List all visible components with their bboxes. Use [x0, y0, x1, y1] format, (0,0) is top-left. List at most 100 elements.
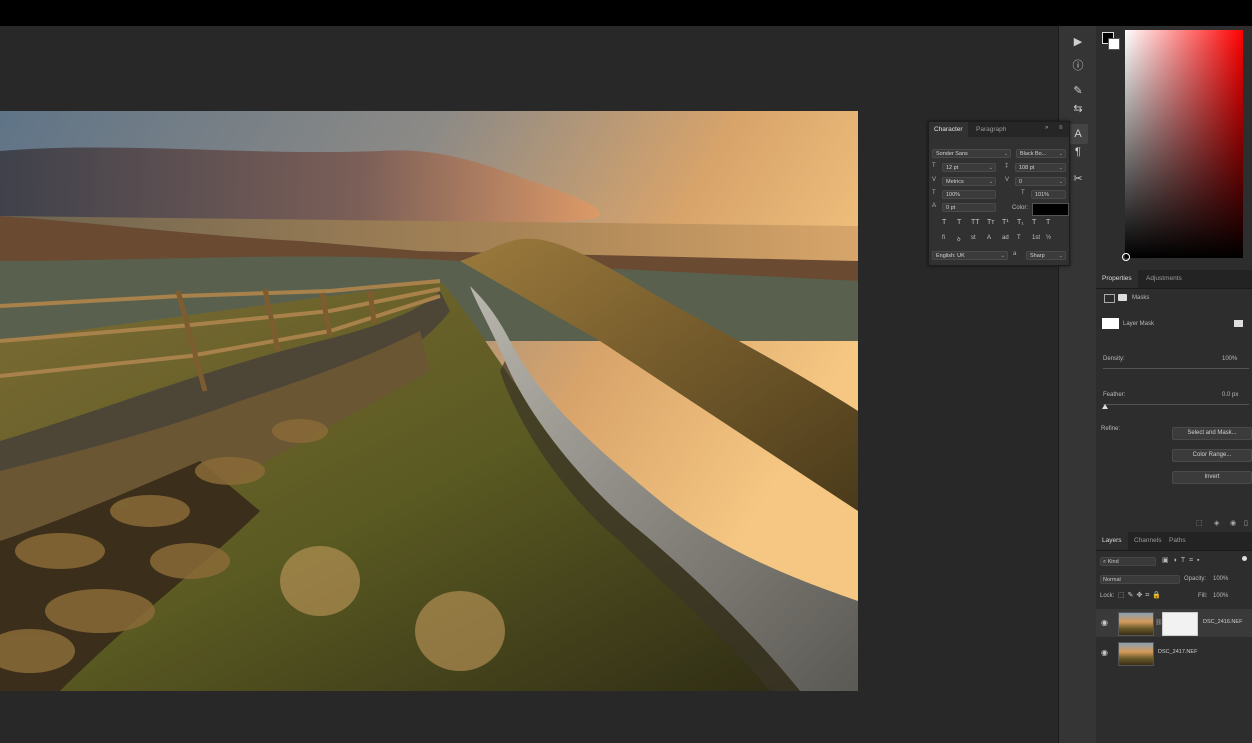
character-panel: Character Paragraph » ≡ Sonder Sans ⌄ Bla… [928, 121, 1070, 266]
filter-toggle-icon[interactable] [1242, 556, 1247, 561]
tab-properties[interactable]: Properties [1096, 270, 1138, 288]
kerning-select[interactable]: Metrics ⌄ [942, 177, 996, 186]
pixel-mask-icon[interactable] [1104, 294, 1115, 303]
text-color-swatch[interactable] [1032, 203, 1069, 216]
collapse-icon[interactable]: » [1045, 125, 1048, 131]
fractions-button[interactable]: ½ [1046, 235, 1051, 241]
density-slider[interactable] [1103, 368, 1249, 369]
fill-value[interactable]: 100% [1213, 593, 1228, 599]
language-select[interactable]: English: UK ⌄ [932, 251, 1008, 260]
panel-menu-icon[interactable]: ≡ [1059, 125, 1063, 131]
layer-row[interactable]: ◉ ⛓ DSC_2416.NEF [1096, 609, 1252, 637]
layer-thumbnail [1118, 612, 1154, 636]
select-and-mask-button[interactable]: Select and Mask... [1172, 427, 1252, 440]
invert-button[interactable]: Invert [1172, 471, 1252, 484]
layer-filter-select[interactable]: ⌕ Kind [1100, 557, 1156, 566]
opentype-buttons: fi ꝺ st A ad T 1st ½ [933, 235, 1065, 245]
layers-tabs: Layers Channels Paths [1096, 532, 1252, 551]
font-size-select[interactable]: 12 pt ⌄ [942, 163, 996, 172]
delete-mask-icon[interactable]: ▯ [1244, 519, 1248, 527]
tools-icon[interactable]: ✂ [1068, 168, 1088, 188]
kerning-icon: V [932, 177, 937, 183]
fill-label: Fill: [1198, 593, 1208, 599]
subscript-button[interactable]: T₁ [1017, 219, 1024, 226]
faux-italic-button[interactable]: T [957, 219, 961, 226]
all-caps-button[interactable]: TT [971, 219, 980, 226]
vertical-scale-icon: T [932, 190, 936, 196]
vector-mask-icon[interactable] [1118, 294, 1127, 301]
old-style-button[interactable]: ꝺ [957, 235, 961, 243]
document-image[interactable] [0, 111, 858, 691]
landscape-photo [0, 111, 858, 691]
blend-mode-select[interactable]: Normal [1100, 575, 1180, 584]
chevron-down-icon: ⌄ [988, 179, 993, 185]
tracking-select[interactable]: 0 ⌄ [1015, 177, 1066, 186]
layer-filter-icons[interactable]: ▣◑T⌗▪ [1162, 556, 1204, 565]
search-icon: ⌕ [1103, 559, 1107, 565]
layer-mask-label: Layer Mask [1123, 321, 1155, 327]
tab-paths[interactable]: Paths [1163, 532, 1192, 550]
feather-slider-handle[interactable] [1102, 404, 1108, 409]
load-selection-icon[interactable]: ⬚ [1196, 519, 1203, 527]
small-caps-button[interactable]: Tт [987, 219, 994, 226]
chevron-down-icon: ⌄ [1058, 151, 1063, 157]
tab-paragraph[interactable]: Paragraph [971, 122, 1011, 137]
leading-icon: ‡ [1005, 163, 1009, 169]
background-color-swatch[interactable] [1108, 38, 1120, 50]
play-icon[interactable]: ▶ [1068, 31, 1088, 51]
feather-value[interactable]: 0.0 px [1222, 392, 1238, 398]
font-style-select[interactable]: Black Bo... ⌄ [1016, 149, 1066, 158]
discretionary-ligatures-button[interactable]: st [971, 235, 976, 241]
properties-tabs: Properties Adjustments [1096, 270, 1252, 289]
opacity-value[interactable]: 100% [1213, 576, 1228, 582]
eye-icon[interactable]: ◉ [1101, 618, 1108, 627]
tab-channels[interactable]: Channels [1128, 532, 1167, 550]
titling-alternates-button[interactable]: T [1017, 235, 1021, 241]
underline-button[interactable]: T [1032, 219, 1036, 226]
tracking-value: 0 [1019, 179, 1023, 185]
eye-icon[interactable]: ◉ [1101, 648, 1108, 657]
lock-icons[interactable]: ⬚✎✥⌗🔒 [1118, 591, 1164, 600]
layer-name[interactable]: DSC_2417.NEF [1158, 649, 1197, 655]
density-value[interactable]: 100% [1222, 356, 1237, 362]
color-picker-field[interactable] [1125, 30, 1243, 258]
layer-name[interactable]: DSC_2416.NEF [1203, 619, 1242, 625]
tab-layers[interactable]: Layers [1096, 532, 1128, 550]
superscript-button[interactable]: T¹ [1002, 219, 1009, 226]
baseline-shift-icon: A [932, 203, 937, 209]
ordinals-button[interactable]: 1st [1032, 235, 1040, 241]
antialias-select[interactable]: Sharp ⌄ [1026, 251, 1066, 260]
vertical-scale-field[interactable]: 100% [942, 190, 996, 199]
chevron-down-icon: ⌄ [1003, 151, 1008, 157]
leading-select[interactable]: 108 pt ⌄ [1015, 163, 1066, 172]
brush-settings-icon[interactable]: ✎ [1068, 80, 1088, 100]
strikethrough-button[interactable]: T [1046, 219, 1050, 226]
info-icon[interactable]: ⓘ [1068, 55, 1088, 75]
swash-button[interactable]: A [987, 235, 991, 241]
layer-row[interactable]: ◉ DSC_2417.NEF [1096, 639, 1252, 667]
font-family-select[interactable]: Sonder Sans ⌄ [932, 149, 1011, 158]
horizontal-scale-field[interactable]: 101% [1031, 190, 1066, 199]
faux-bold-button[interactable]: T [942, 219, 946, 226]
font-style-value: Black Bo... [1020, 151, 1047, 157]
tab-character[interactable]: Character [929, 122, 968, 137]
feather-slider[interactable] [1103, 404, 1249, 405]
adjust-sliders-icon[interactable]: ⇆ [1068, 98, 1088, 118]
layer-mask-thumbnail[interactable] [1162, 612, 1198, 636]
baseline-shift-field[interactable]: 0 pt [942, 203, 996, 212]
right-panel: Properties Adjustments Masks Layer Mask … [1096, 26, 1252, 743]
apply-mask-icon[interactable]: ◈ [1214, 519, 1219, 527]
character-panel-icon[interactable]: A [1068, 124, 1088, 144]
refine-label: Refine: [1101, 426, 1121, 432]
chevron-down-icon: ⌄ [988, 165, 993, 171]
paragraph-icon[interactable]: ¶ [1068, 142, 1088, 162]
color-range-button[interactable]: Color Range... [1172, 449, 1252, 462]
stylistic-alternates-button[interactable]: ad [1002, 235, 1009, 241]
mask-options-icon[interactable] [1234, 320, 1243, 327]
visibility-toggle-icon[interactable]: ◉ [1230, 519, 1236, 527]
color-picker-handle[interactable] [1122, 253, 1130, 261]
ligatures-button[interactable]: fi [942, 235, 945, 241]
feather-label: Feather: [1103, 392, 1126, 398]
tab-adjustments[interactable]: Adjustments [1140, 270, 1188, 288]
antialias-icon: a [1013, 251, 1017, 257]
